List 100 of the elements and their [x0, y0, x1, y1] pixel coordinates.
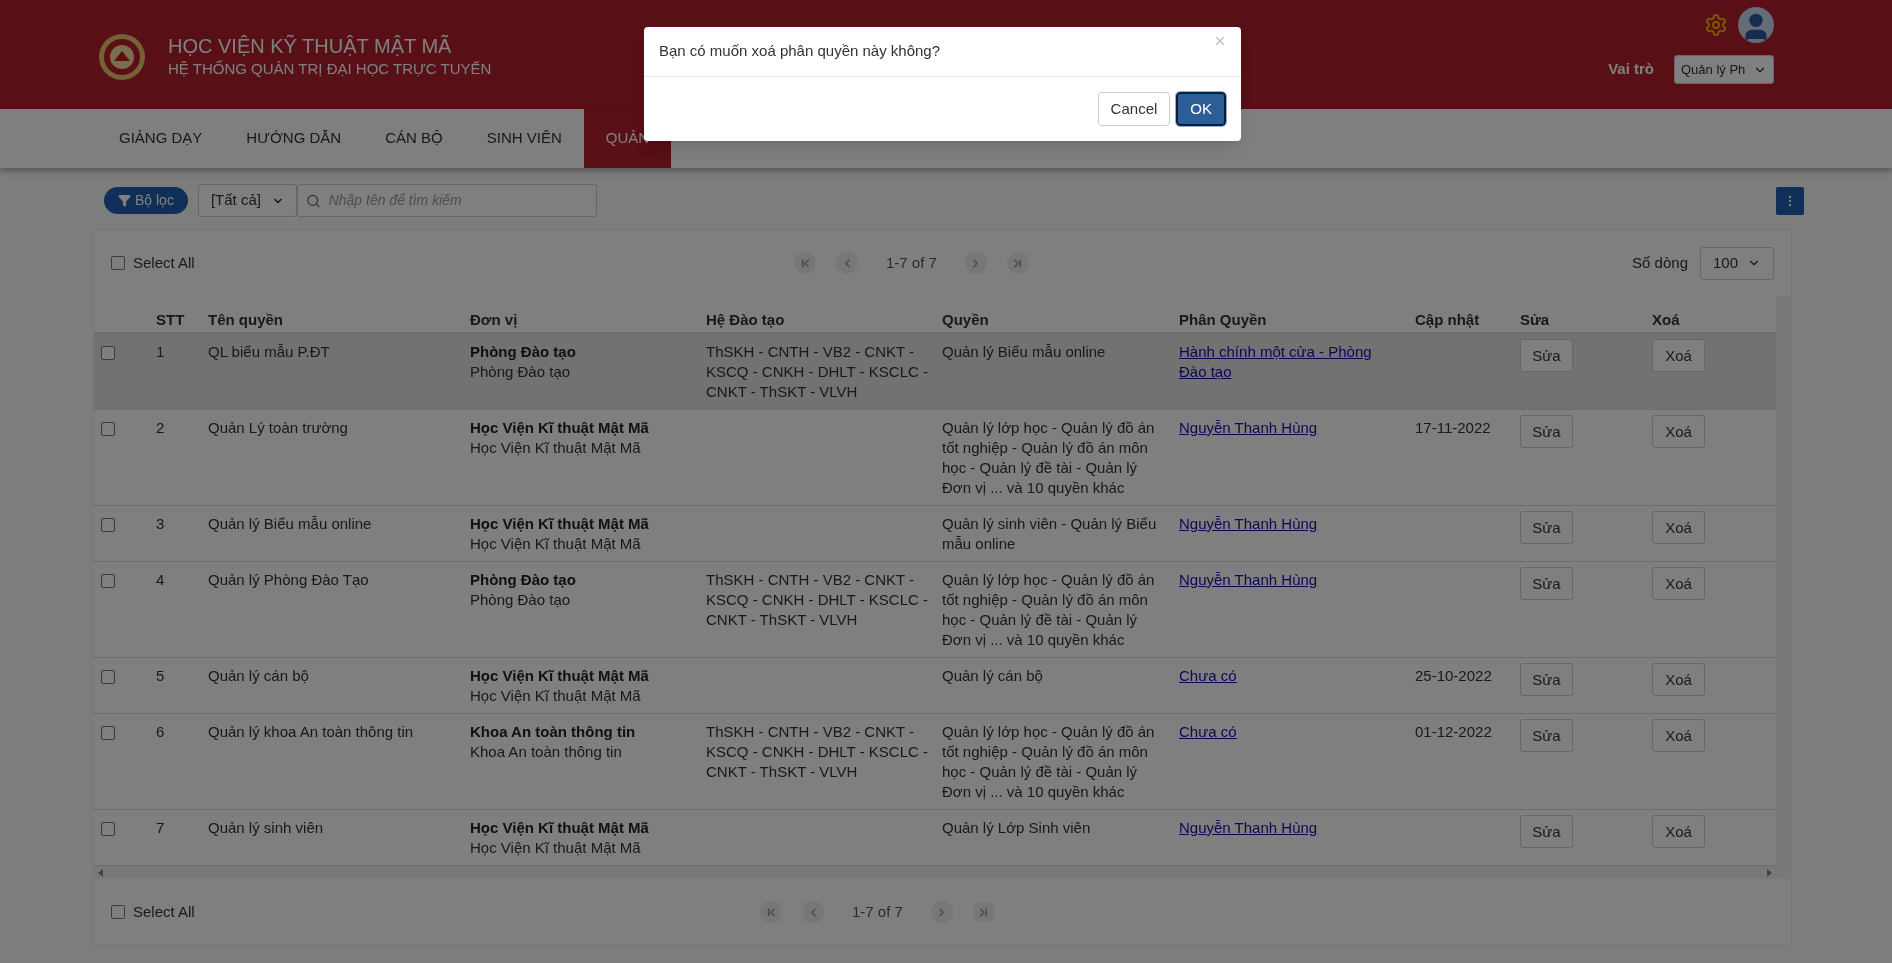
table-cell-text: Quản lý lớp học - Quản lý đồ án tốt nghiệp - Quản lý đồ án môn học - Quản lý đề tài - Quản lý Đơn vị ... và 10 quyền khác	[941, 570, 1156, 650]
settings-icon[interactable]	[1704, 13, 1728, 37]
select-all-label: Select All	[133, 901, 195, 922]
table-cell-text: Quản lý lớp học - Quản lý đồ án tốt nghiệp - Quản lý đồ án môn học - Quản lý đề tài - Quản lý Đơn vị ... và 10 quyền khác	[941, 722, 1156, 802]
unit-subname: Khoa An toàn thông tin	[470, 742, 622, 762]
rows-per-page-select[interactable]: 100	[1700, 246, 1774, 280]
table-cell: 01-12-2022	[1415, 723, 1492, 740]
table-cell: 17-11-2022	[1415, 419, 1491, 436]
system-subtitle: HỆ THỐNG QUẢN TRỊ ĐẠI HỌC TRỰC TUYẾN	[168, 59, 492, 79]
checkbox[interactable]	[101, 670, 115, 684]
edit-button[interactable]: Sửa	[1520, 511, 1573, 544]
role-select[interactable]: Quản lý Ph	[1674, 55, 1774, 84]
unit-name: Phòng Đào tạo	[470, 570, 576, 590]
table-cell-text: Quản lý sinh viên	[207, 818, 325, 838]
table-cell: ThSKH - CNTH - VB2 - CNKT - KSCQ - CNKH - DHLT - KSCLC - CNKT - ThSKT - VLVH	[706, 343, 928, 400]
filter-icon	[118, 194, 131, 207]
checkbox[interactable]	[101, 574, 115, 588]
checkbox[interactable]	[111, 905, 125, 919]
edit-button[interactable]: Sửa	[1520, 719, 1573, 752]
nav-tab[interactable]: SINH VIÊN	[464, 109, 584, 168]
column-header: Quyền	[941, 309, 990, 330]
last-page-icon[interactable]	[972, 901, 995, 924]
checkbox[interactable]	[101, 346, 115, 360]
table-cell-text: 1	[155, 342, 166, 362]
unit-name: Học Viện Kĩ thuật Mật Mã	[470, 818, 649, 838]
edit-button[interactable]: Sửa	[1520, 339, 1573, 372]
table-cell-text: QL biểu mẫu P.ĐT	[207, 342, 331, 362]
edit-button[interactable]: Sửa	[1520, 415, 1573, 448]
delete-button[interactable]: Xoá	[1652, 567, 1705, 600]
assignee-link[interactable]: Nguyễn Thanh Hùng	[1179, 514, 1318, 534]
avatar-icon[interactable]	[1738, 7, 1774, 43]
first-page-icon[interactable]	[760, 901, 782, 924]
select-all-label: Select All	[133, 252, 195, 273]
column-header: Sửa	[1519, 309, 1551, 330]
unit-subname: Học Viện Kĩ thuật Mật Mã	[470, 838, 641, 858]
table-cell-text: Quản lý cán bộ	[941, 666, 1044, 686]
nav-tab[interactable]: HƯỚNG DẪN	[224, 109, 364, 168]
edit-button[interactable]: Sửa	[1520, 567, 1573, 600]
dialog-message: Bạn có muốn xoá phân quyền này không?	[659, 41, 941, 62]
delete-button[interactable]: Xoá	[1652, 339, 1705, 372]
cancel-button[interactable]: Cancel	[1097, 92, 1171, 126]
next-page-icon[interactable]	[964, 252, 987, 275]
checkbox[interactable]	[101, 822, 115, 836]
delete-button[interactable]: Xoá	[1652, 663, 1705, 696]
edit-button[interactable]: Sửa	[1520, 815, 1573, 848]
institution-title: HỌC VIỆN KỸ THUẬT MẬT MÃ	[168, 33, 453, 59]
table-cell-text: Quản lý lớp học - Quản lý đồ án tốt nghiệp - Quản lý đồ án môn học - Quản lý đề tài - Quản lý Đơn vị ... và 10 quyền khác	[941, 418, 1156, 498]
column-header: Đơn vị	[469, 309, 519, 330]
assignee-link[interactable]: Chưa có	[1179, 722, 1237, 742]
checkbox[interactable]	[101, 726, 115, 740]
assignee-link[interactable]: Nguyễn Thanh Hùng	[1179, 418, 1318, 438]
unit-subname: Học Viện Kĩ thuật Mật Mã	[470, 686, 641, 706]
search-icon	[305, 192, 321, 209]
assignee-link[interactable]: Nguyễn Thanh Hùng	[1179, 818, 1318, 838]
role-label: Vai trò	[1608, 59, 1654, 80]
table-cell: 25-10-2022	[1415, 667, 1492, 684]
horizontal-scrollbar[interactable]	[94, 866, 1776, 879]
column-header: Tên quyền	[207, 309, 284, 330]
nav-tab[interactable]: CÁN BỘ	[363, 109, 465, 168]
page-range: 1-7 of 7	[885, 253, 938, 273]
table-cell-text: Quản Lý toàn trường	[207, 418, 349, 438]
table-cell-text: Quản lý khoa An toàn thông tin	[207, 722, 415, 742]
ok-button[interactable]: OK	[1176, 92, 1226, 126]
delete-button[interactable]: Xoá	[1652, 815, 1705, 848]
unit-name: Học Viện Kĩ thuật Mật Mã	[470, 514, 649, 534]
nav-tab[interactable]: GIẢNG DẠY	[97, 109, 225, 168]
category-select[interactable]: [Tất cả]	[197, 184, 297, 217]
assignee-link[interactable]: Chưa có	[1179, 666, 1237, 686]
previous-page-icon[interactable]	[836, 252, 858, 275]
last-page-icon[interactable]	[1006, 252, 1029, 275]
unit-subname: Phòng Đào tạo	[470, 590, 571, 610]
delete-button[interactable]: Xoá	[1652, 719, 1705, 752]
table-cell-text: Quản lý cán bộ	[207, 666, 310, 686]
unit-name: Khoa An toàn thông tin	[470, 722, 636, 742]
assignee-link[interactable]: Nguyễn Thanh Hùng	[1179, 570, 1318, 590]
unit-name: Học Viện Kĩ thuật Mật Mã	[470, 666, 649, 686]
delete-button[interactable]: Xoá	[1652, 415, 1705, 448]
first-page-icon[interactable]	[794, 252, 816, 275]
unit-subname: Học Viện Kĩ thuật Mật Mã	[470, 534, 641, 554]
unit-name: Học Viện Kĩ thuật Mật Mã	[470, 418, 649, 438]
close-icon[interactable]	[1213, 34, 1227, 48]
previous-page-icon[interactable]	[802, 901, 824, 924]
assignee-link[interactable]: Hành chính một cửa - Phòng Đào tạo	[1179, 342, 1401, 382]
table-cell-text: Quản lý Phòng Đào Tạo	[207, 570, 370, 590]
table-cell-text: 6	[155, 722, 166, 742]
checkbox[interactable]	[111, 256, 125, 270]
table-cell-text: Quản lý Lớp Sinh viên	[941, 818, 1092, 838]
table-cell: ThSKH - CNTH - VB2 - CNKT - KSCQ - CNKH - DHLT - KSCLC - CNKT - ThSKT - VLVH	[706, 723, 928, 780]
column-header: Xoá	[1651, 309, 1681, 330]
academy-logo-icon	[98, 33, 146, 81]
filter-button[interactable]: Bộ lọc	[104, 187, 188, 214]
table-cell: ThSKH - CNTH - VB2 - CNKT - KSCQ - CNKH - DHLT - KSCLC - CNKT - ThSKT - VLVH	[706, 571, 928, 628]
delete-button[interactable]: Xoá	[1652, 511, 1705, 544]
more-options-icon[interactable]	[1776, 186, 1804, 215]
table-cell-text: 3	[155, 514, 166, 534]
table-cell-text: 4	[155, 570, 166, 590]
edit-button[interactable]: Sửa	[1520, 663, 1573, 696]
next-page-icon[interactable]	[930, 901, 953, 924]
checkbox[interactable]	[101, 422, 115, 436]
checkbox[interactable]	[101, 518, 115, 532]
